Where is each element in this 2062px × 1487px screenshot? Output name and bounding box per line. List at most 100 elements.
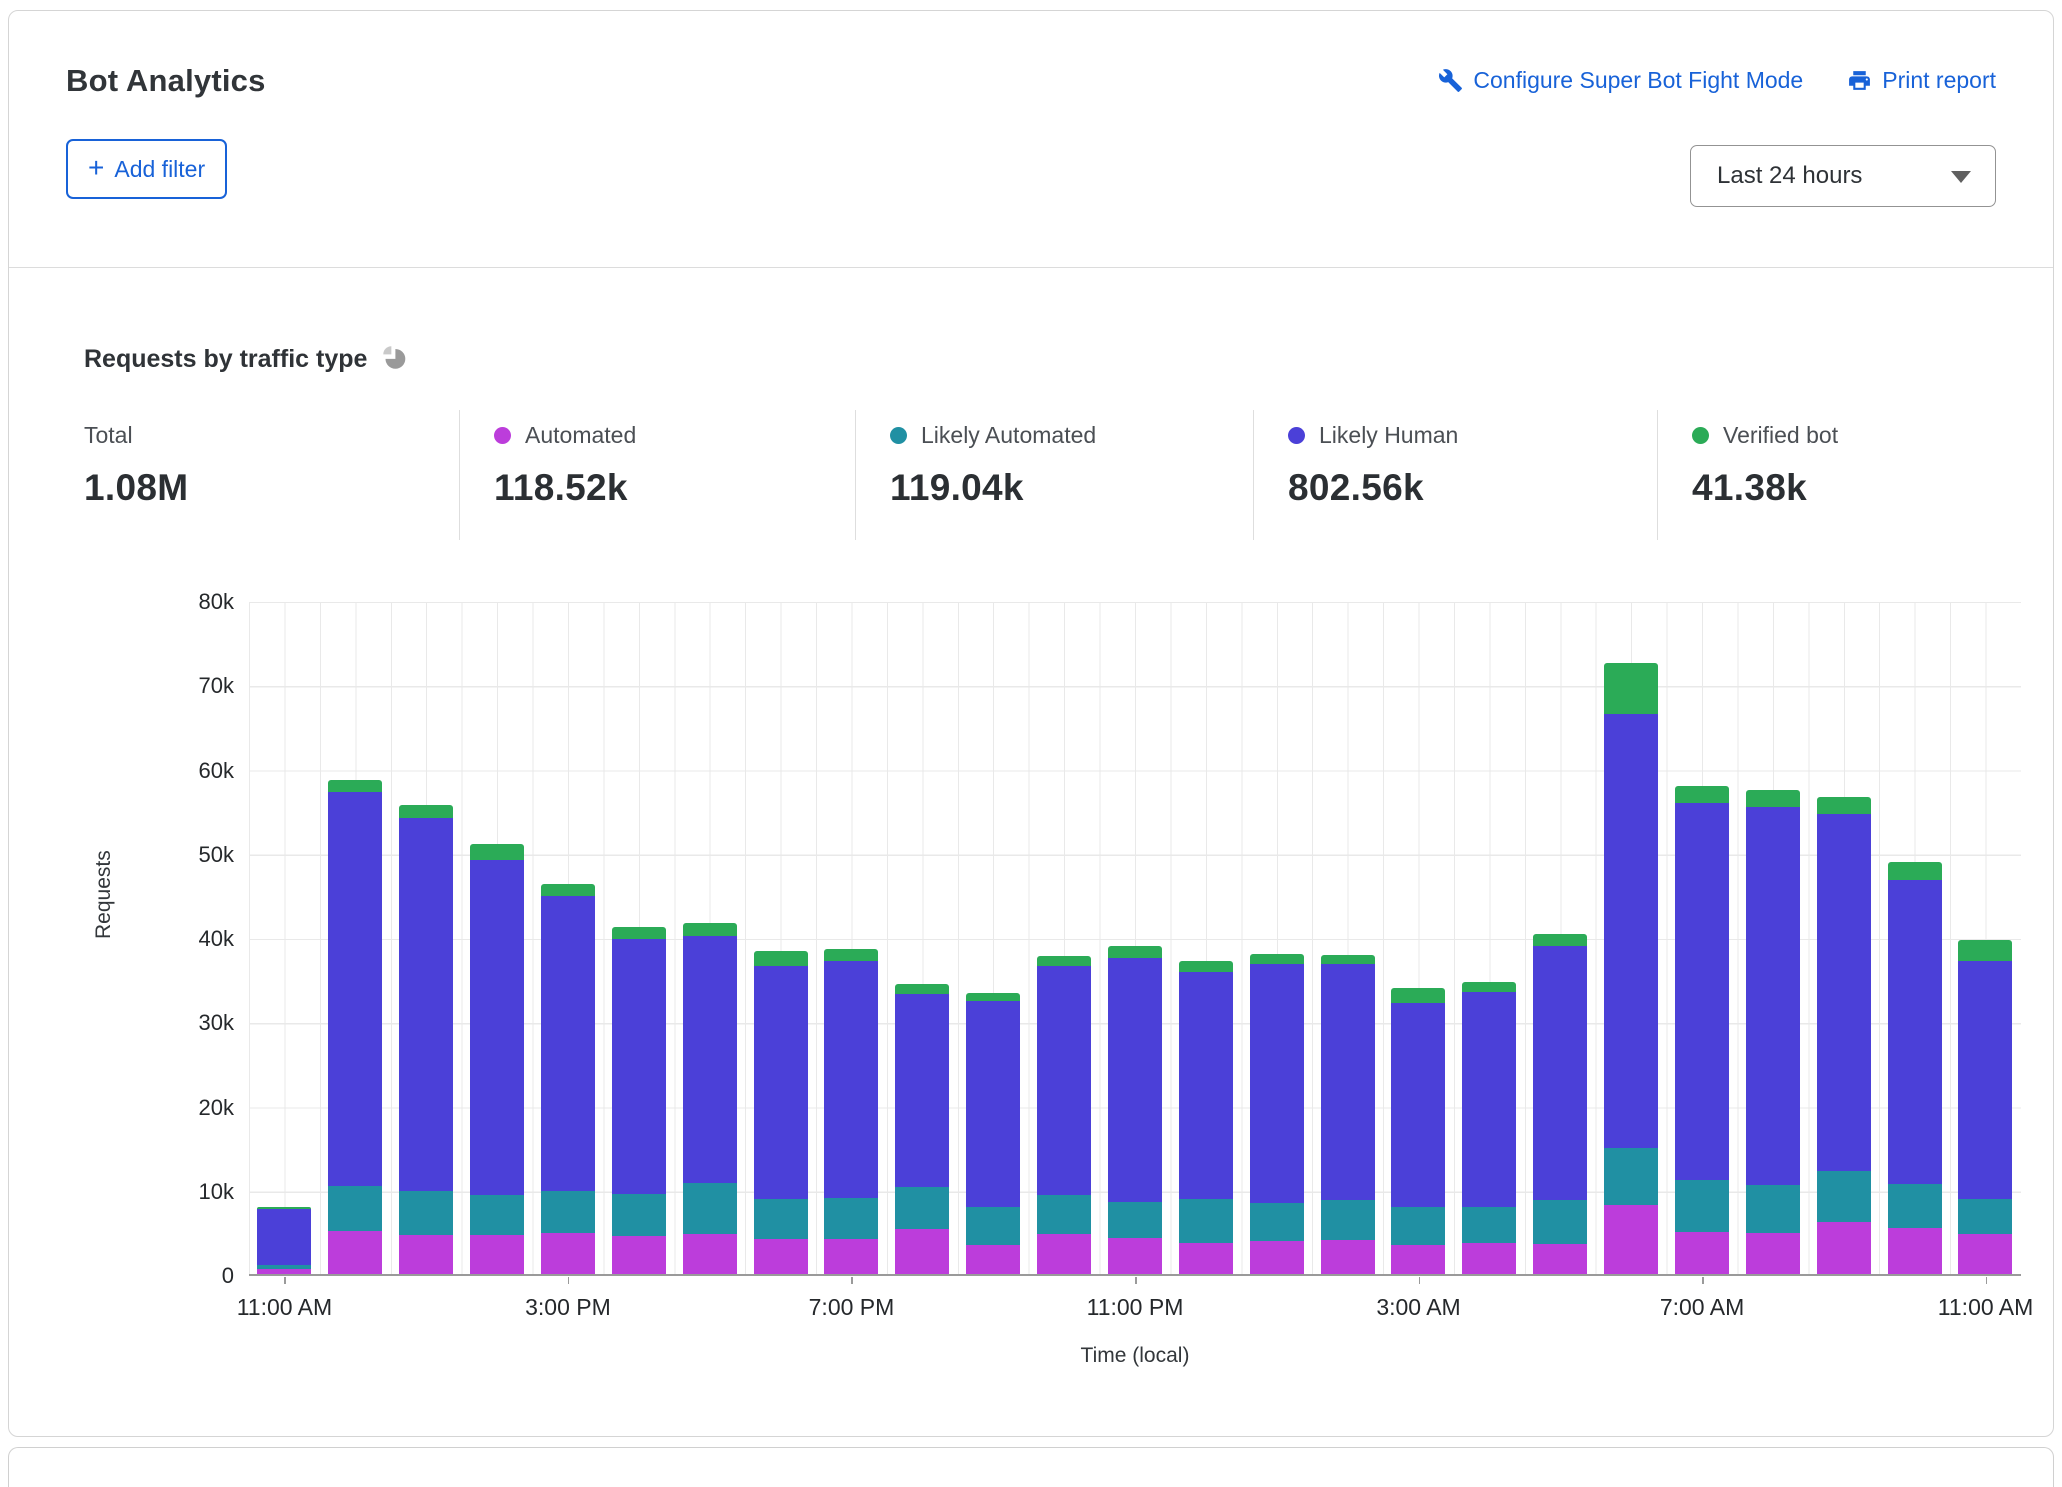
section-title: Requests by traffic type xyxy=(84,344,368,373)
bar-4-00-pm-5[interactable] xyxy=(603,602,674,1274)
segment-automated xyxy=(1816,1221,1871,1274)
segment-automated xyxy=(1604,1204,1659,1274)
segment-verified-bot xyxy=(540,883,595,896)
next-card-top-edge xyxy=(8,1447,2054,1487)
segment-likely-human xyxy=(470,859,525,1195)
bar-6-00-pm-7[interactable] xyxy=(745,602,816,1274)
segment-automated xyxy=(1533,1243,1588,1274)
bar-10-00-am-23[interactable] xyxy=(1879,602,1950,1274)
bar-12-00-am-13[interactable] xyxy=(1170,602,1241,1274)
print-link-label: Print report xyxy=(1882,67,1996,93)
bar-9-00-am-22[interactable] xyxy=(1808,602,1879,1274)
requests-chart: Requests 0 10k 20k 30k 40k 50k 60k 70k 80k 11:00… xyxy=(84,589,2033,1436)
segment-verified-bot xyxy=(328,780,383,793)
segment-likely-automated xyxy=(895,1187,950,1230)
segment-likely-automated xyxy=(824,1198,879,1239)
bar-10-00-pm-11[interactable] xyxy=(1029,602,1100,1274)
segment-likely-human xyxy=(753,965,808,1200)
y-tick-20k: 20k xyxy=(198,1094,234,1120)
segment-verified-bot xyxy=(1320,954,1375,965)
stat-label: Likely Human xyxy=(1319,422,1459,448)
segment-likely-automated xyxy=(1533,1199,1588,1244)
bar-3-00-am-16[interactable] xyxy=(1383,602,1454,1274)
segment-likely-automated xyxy=(328,1185,383,1231)
segment-automated xyxy=(1745,1232,1800,1274)
segment-likely-human xyxy=(1887,879,1942,1184)
stat-automated: Automated 118.52k xyxy=(459,410,855,540)
bar-5-00-am-18[interactable] xyxy=(1525,602,1596,1274)
y-tick-40k: 40k xyxy=(198,926,234,951)
bar-8-00-am-21[interactable] xyxy=(1737,602,1808,1274)
segment-automated xyxy=(682,1233,737,1274)
segment-verified-bot xyxy=(1533,933,1588,946)
segment-likely-automated xyxy=(682,1183,737,1234)
stat-label: Automated xyxy=(525,422,637,448)
plus-icon: + xyxy=(88,152,105,183)
stat-value: 118.52k xyxy=(494,467,628,508)
x-tick-mark xyxy=(1418,1277,1421,1284)
add-filter-button[interactable]: + Add filter xyxy=(66,139,228,199)
y-tick-60k: 60k xyxy=(198,757,234,783)
bar-1-00-pm-2[interactable] xyxy=(391,602,462,1274)
bar-11-00-am-24[interactable] xyxy=(1950,602,2021,1274)
segment-verified-bot xyxy=(1462,981,1517,992)
stat-total: Total 1.08M xyxy=(84,410,459,540)
segment-likely-human xyxy=(1958,961,2013,1200)
x-tick-mark xyxy=(284,1277,286,1284)
chevron-down-icon xyxy=(1951,171,1971,183)
segment-likely-automated xyxy=(1391,1206,1446,1245)
segment-verified-bot xyxy=(611,926,666,939)
print-report-link[interactable]: Print report xyxy=(1847,67,1996,94)
bar-7-00-am-20[interactable] xyxy=(1667,602,1738,1274)
time-range-select[interactable]: Last 24 hours xyxy=(1690,145,1996,207)
segment-verified-bot xyxy=(682,922,737,937)
segment-automated xyxy=(1107,1237,1162,1274)
segment-likely-automated xyxy=(611,1194,666,1237)
segment-verified-bot xyxy=(1037,955,1092,966)
segment-verified-bot xyxy=(399,804,454,819)
bar-12-00-pm-1[interactable] xyxy=(320,602,391,1274)
bar-8-00-pm-9[interactable] xyxy=(887,602,958,1274)
configure-super-bot-fight-mode-link[interactable]: Configure Super Bot Fight Mode xyxy=(1438,67,1803,94)
segment-verified-bot xyxy=(1178,961,1233,972)
stats-row: Total 1.08M Automated 118.52k Likely Automat… xyxy=(84,410,1996,540)
segment-likely-human xyxy=(1462,991,1517,1208)
bar-11-00-pm-12[interactable] xyxy=(1100,602,1171,1274)
segment-likely-human xyxy=(1178,971,1233,1200)
pie-chart-icon xyxy=(381,344,408,376)
segment-verified-bot xyxy=(1745,789,1800,808)
y-axis-ticks: 0 10k 20k 30k 40k 50k 60k 70k 80k xyxy=(84,589,234,1288)
header-links: Configure Super Bot Fight Mode Print rep… xyxy=(1438,63,1996,94)
bar-11-00-am-0[interactable] xyxy=(249,602,320,1274)
x-tick-3-00-pm: 3:00 PM xyxy=(525,1294,611,1320)
bar-3-00-pm-4[interactable] xyxy=(533,602,604,1274)
bar-2-00-am-15[interactable] xyxy=(1312,602,1383,1274)
bar-5-00-pm-6[interactable] xyxy=(674,602,745,1274)
x-tick-mark xyxy=(1702,1277,1704,1284)
bar-1-00-am-14[interactable] xyxy=(1241,602,1312,1274)
x-tick-3-00-am: 3:00 AM xyxy=(1376,1294,1461,1320)
controls-row: + Add filter Last 24 hours xyxy=(66,139,1996,207)
segment-likely-human xyxy=(1745,807,1800,1185)
requests-section: Requests by traffic type Total 1.08M Autom… xyxy=(84,342,2033,1436)
segment-automated xyxy=(1462,1242,1517,1274)
legend-dot xyxy=(494,427,511,444)
segment-automated xyxy=(1391,1244,1446,1274)
bar-7-00-pm-8[interactable] xyxy=(816,602,887,1274)
segment-verified-bot xyxy=(966,993,1021,1002)
stat-label: Total xyxy=(84,422,133,448)
bar-4-00-am-17[interactable] xyxy=(1454,602,1525,1274)
bar-6-00-am-19[interactable] xyxy=(1596,602,1667,1274)
segment-likely-automated xyxy=(399,1190,454,1236)
stat-value: 1.08M xyxy=(84,467,189,508)
legend-dot xyxy=(890,427,907,444)
segment-automated xyxy=(1674,1231,1729,1274)
bar-9-00-pm-10[interactable] xyxy=(958,602,1029,1274)
x-tick-7-00-am: 7:00 AM xyxy=(1659,1294,1745,1320)
segment-likely-human xyxy=(1320,964,1375,1200)
segment-likely-human xyxy=(895,994,950,1188)
segment-likely-human xyxy=(682,936,737,1184)
y-tick-50k: 50k xyxy=(198,841,234,867)
bar-2-00-pm-3[interactable] xyxy=(462,602,533,1274)
segment-automated xyxy=(1887,1227,1942,1274)
